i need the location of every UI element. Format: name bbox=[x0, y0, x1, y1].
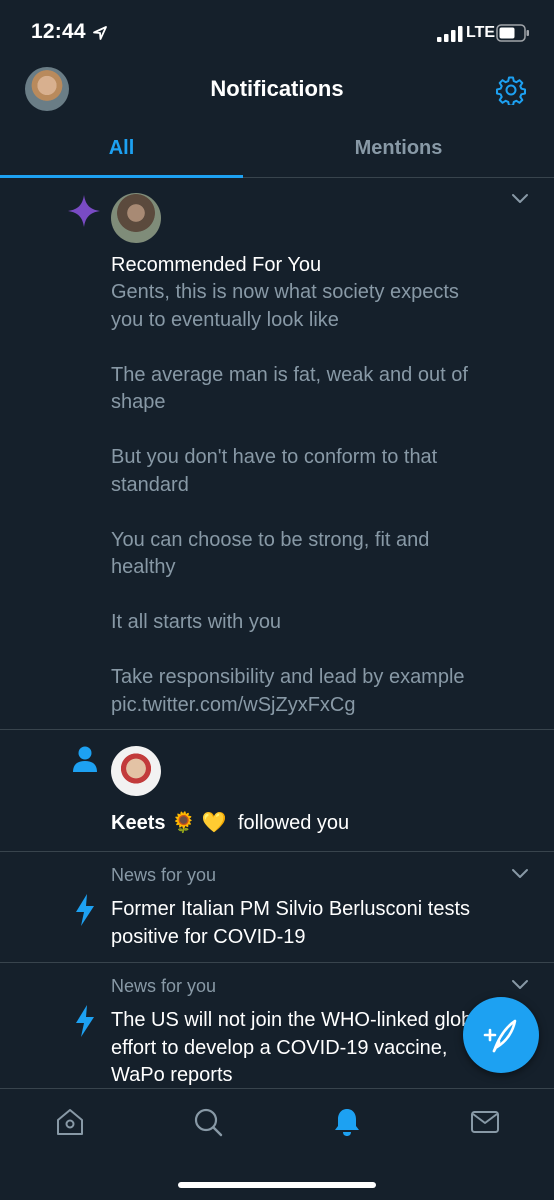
notification-feed[interactable]: Recommended For You Gents, this is now w… bbox=[0, 178, 554, 1088]
bell-icon[interactable] bbox=[332, 1107, 362, 1137]
tweet-line: You can choose to be strong, fit and bbox=[111, 528, 430, 551]
tweet-line: Gents, this is now what society expects bbox=[111, 281, 459, 303]
headline-line: Former Italian PM Silvio Berlusconi test… bbox=[111, 898, 471, 920]
follower-name[interactable]: Keets bbox=[111, 812, 165, 834]
search-icon[interactable] bbox=[193, 1107, 223, 1137]
chevron-down-icon[interactable] bbox=[511, 193, 529, 205]
notification-follow[interactable]: Keets 🌻 💛 followed you bbox=[0, 730, 554, 852]
battery-icon bbox=[496, 24, 529, 42]
chevron-down-icon[interactable] bbox=[511, 979, 529, 991]
tweet-line: healthy bbox=[111, 556, 176, 578]
follow-action: followed you bbox=[237, 812, 350, 834]
headline-line: positive for COVID-19 bbox=[111, 925, 306, 948]
headline-line: The US will not join the WHO-linked glob… bbox=[111, 1009, 488, 1031]
avatar[interactable] bbox=[111, 746, 161, 796]
header: Notifications bbox=[0, 62, 554, 118]
news-headline: Former Italian PM Silvio Berlusconi test… bbox=[111, 896, 521, 951]
news-label: News for you bbox=[111, 865, 217, 885]
page-title: Notifications bbox=[210, 76, 344, 101]
lightning-icon bbox=[76, 894, 94, 926]
tweet-line: shape bbox=[111, 391, 166, 413]
location-arrow-icon bbox=[93, 26, 107, 40]
headline-line: WaPo reports bbox=[111, 1064, 233, 1086]
tweet-line: It all starts with you bbox=[111, 611, 282, 633]
notification-heading: Recommended For You bbox=[111, 254, 322, 276]
tab-mentions[interactable]: Mentions bbox=[277, 118, 520, 178]
news-headline: The US will not join the WHO-linked glob… bbox=[111, 1007, 521, 1088]
tweet-line: standard bbox=[111, 473, 189, 496]
tweet-link[interactable]: pic.twitter.com/wSjZyxFxCg bbox=[111, 692, 521, 720]
sparkle-icon bbox=[68, 195, 100, 227]
chevron-down-icon[interactable] bbox=[511, 868, 529, 880]
home-indicator bbox=[178, 1182, 376, 1188]
signal-icon bbox=[437, 26, 463, 42]
status-bar: 12:44 LTE bbox=[0, 0, 554, 62]
notification-news[interactable]: News for you Former Italian PM Silvio Be… bbox=[0, 852, 554, 963]
lightning-icon bbox=[76, 1005, 94, 1037]
home-icon[interactable] bbox=[55, 1107, 85, 1137]
tweet-line: Take responsibility and lead by example bbox=[111, 666, 465, 688]
person-icon bbox=[73, 746, 97, 772]
tweet-line: you to eventually look like bbox=[111, 308, 339, 331]
status-time: 12:44 bbox=[31, 20, 86, 43]
mail-icon[interactable] bbox=[470, 1107, 500, 1137]
follower-emoji: 🌻 💛 bbox=[171, 812, 227, 834]
network-label: LTE bbox=[466, 24, 496, 41]
compose-tweet-button[interactable] bbox=[463, 997, 539, 1073]
notification-recommended[interactable]: Recommended For You Gents, this is now w… bbox=[0, 178, 554, 730]
tweet-line: But you don't have to conform to that bbox=[111, 446, 438, 468]
headline-line: effort to develop a COVID-19 vaccine, bbox=[111, 1036, 448, 1059]
avatar[interactable] bbox=[111, 193, 161, 243]
news-label: News for you bbox=[111, 976, 217, 996]
tab-bar: All Mentions bbox=[0, 118, 554, 178]
tweet-text: Gents, this is now what society expects … bbox=[111, 279, 521, 719]
compose-feather-icon bbox=[483, 1019, 517, 1053]
gear-icon[interactable] bbox=[496, 75, 526, 105]
follow-text: Keets 🌻 💛 followed you bbox=[111, 810, 521, 838]
tab-all[interactable]: All bbox=[0, 118, 243, 178]
tweet-line: The average man is fat, weak and out of bbox=[111, 363, 468, 386]
